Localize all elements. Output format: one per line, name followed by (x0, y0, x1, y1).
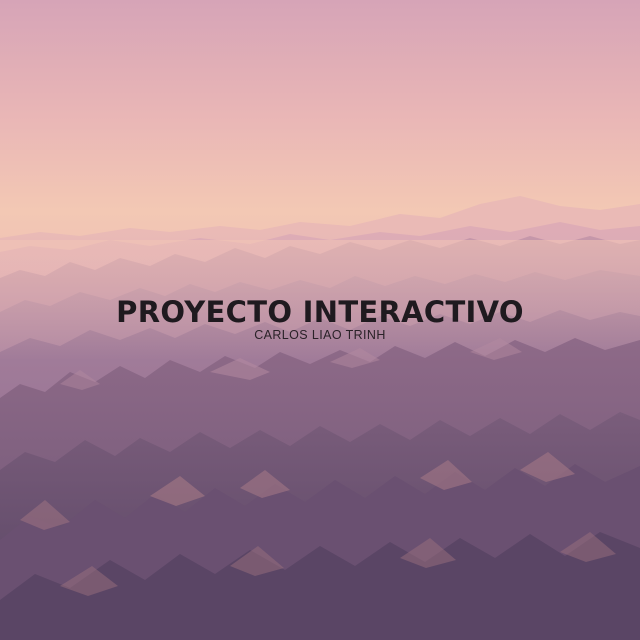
cover-title-block: PROYECTO INTERACTIVO CARLOS LIAO TRINH (0, 296, 640, 342)
cover-subtitle: CARLOS LIAO TRINH (254, 328, 386, 342)
cover-title: PROYECTO INTERACTIVO (116, 295, 524, 329)
album-cover: PROYECTO INTERACTIVO CARLOS LIAO TRINH (0, 0, 640, 640)
